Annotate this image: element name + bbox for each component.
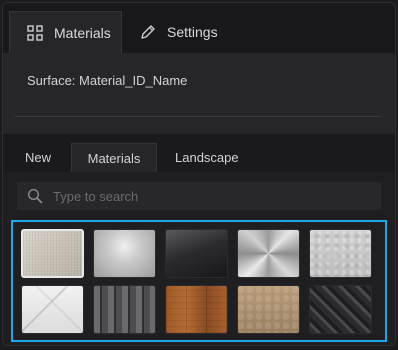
material-swatch-wood[interactable] [165,285,228,334]
grid-icon [26,24,44,42]
tab-materials-label: Materials [54,24,111,41]
material-swatch-brushed-metal[interactable] [237,229,300,278]
search-icon [27,188,43,204]
library-content [3,172,395,345]
tab-settings[interactable]: Settings [139,11,259,53]
material-swatch-silver[interactable] [93,229,156,278]
tab-new[interactable]: New [25,143,51,172]
material-panel: Materials Settings Surface: Material_ID_… [2,2,396,346]
material-swatch-fabric[interactable] [21,229,84,278]
material-swatch-stucco[interactable] [309,229,372,278]
tab-landscape[interactable]: Landscape [175,143,239,172]
surface-label: Surface: Material_ID_Name [27,73,188,88]
material-swatch-roof-tiles[interactable] [93,285,156,334]
material-swatch-dark[interactable] [165,229,228,278]
top-tab-bar: Materials Settings [3,3,395,53]
surface-section: Surface: Material_ID_Name [3,53,395,134]
tab-library-materials[interactable]: Materials [71,143,157,172]
material-grid [11,220,387,342]
divider [15,116,381,117]
material-swatch-marble[interactable] [21,285,84,334]
material-swatch-weave[interactable] [309,285,372,334]
pencil-icon [139,23,157,41]
tab-settings-label: Settings [167,24,218,40]
library-tab-bar: New Materials Landscape [3,134,395,172]
material-swatch-sandstone[interactable] [237,285,300,334]
search-input[interactable] [51,187,355,205]
tab-materials[interactable]: Materials [9,11,122,53]
search-box[interactable] [17,182,381,210]
